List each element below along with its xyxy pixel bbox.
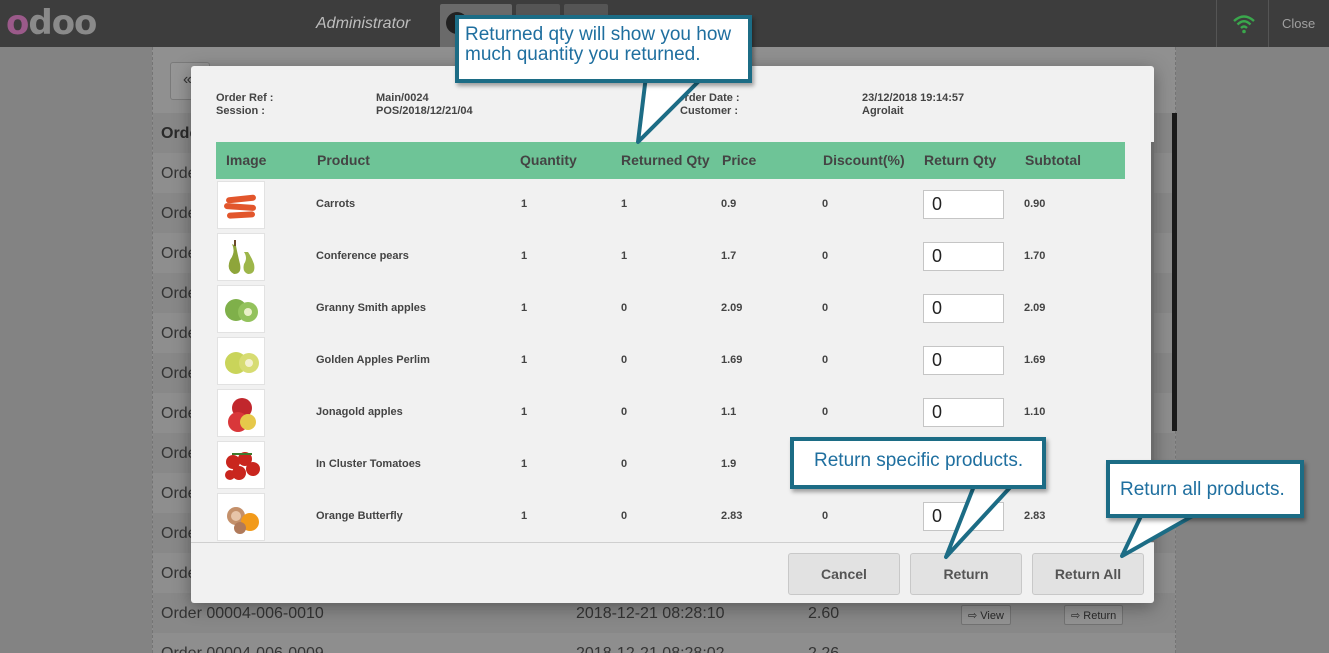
cancel-button[interactable]: Cancel xyxy=(788,553,900,595)
order-ref-value: Main/0024 xyxy=(376,92,429,104)
returned-qty: 0 xyxy=(621,354,628,366)
orange-butterfly-icon xyxy=(217,493,265,541)
table-row: Carrots 1 1 0.9 0 0.90 xyxy=(216,179,1125,231)
return-qty-input[interactable] xyxy=(923,398,1004,427)
column-subtotal: Subtotal xyxy=(1025,152,1081,168)
wifi-icon xyxy=(1233,15,1255,34)
discount: 0 xyxy=(822,354,829,366)
column-product: Product xyxy=(317,152,370,168)
green-apples-icon xyxy=(217,285,265,333)
returned-qty: 0 xyxy=(621,302,628,314)
discount: 0 xyxy=(822,510,829,522)
table-row: Granny Smith apples 1 0 2.09 0 2.09 xyxy=(216,283,1125,335)
column-image: Image xyxy=(226,152,267,168)
product-name: Orange Butterfly xyxy=(316,510,403,522)
price: 1.69 xyxy=(721,354,743,366)
returned-qty: 0 xyxy=(621,510,628,522)
subtotal: 1.70 xyxy=(1024,250,1046,262)
red-apples-icon xyxy=(217,389,265,437)
table-row: Jonagold apples 1 0 1.1 0 1.10 xyxy=(216,387,1125,439)
column-returned-qty: Returned Qty xyxy=(621,152,710,168)
product-name: Carrots xyxy=(316,198,356,210)
discount: 0 xyxy=(822,198,829,210)
price: 2.83 xyxy=(721,510,743,522)
user-name: Administrator xyxy=(316,15,411,32)
product-name: In Cluster Tomatoes xyxy=(316,458,421,470)
return-qty-input[interactable] xyxy=(923,294,1004,323)
customer-value: Agrolait xyxy=(862,105,904,117)
column-quantity: Quantity xyxy=(520,152,577,168)
table-row: Golden Apples Perlim 1 0 1.69 0 1.69 xyxy=(216,335,1125,387)
returned-qty: 1 xyxy=(621,198,628,210)
product-name: Granny Smith apples xyxy=(316,302,427,314)
product-name: Jonagold apples xyxy=(316,406,403,418)
quantity: 1 xyxy=(521,354,528,366)
callout-returned-qty: Returned qty will show you how much quan… xyxy=(455,15,752,83)
divider xyxy=(1216,0,1217,47)
pears-icon xyxy=(217,233,265,281)
returned-qty: 0 xyxy=(621,458,628,470)
return-qty-input[interactable] xyxy=(923,190,1004,219)
session-value: POS/2018/12/21/04 xyxy=(376,105,473,117)
column-return-qty: Return Qty xyxy=(924,152,997,168)
quantity: 1 xyxy=(521,250,528,262)
callout-return-specific: Return specific products. xyxy=(790,437,1046,489)
subtotal: 0.90 xyxy=(1024,198,1046,210)
quantity: 1 xyxy=(521,458,528,470)
golden-apples-icon xyxy=(217,337,265,385)
carrots-icon xyxy=(217,181,265,229)
price: 1.9 xyxy=(721,458,737,470)
order-date-value: 23/12/2018 19:14:57 xyxy=(862,92,965,104)
close-button[interactable]: Close xyxy=(1282,16,1315,31)
quantity: 1 xyxy=(521,302,528,314)
order-ref-label: Order Ref : xyxy=(216,92,274,104)
subtotal: 1.10 xyxy=(1024,406,1046,418)
price: 1.7 xyxy=(721,250,737,262)
subtotal: 1.69 xyxy=(1024,354,1046,366)
product-name: Conference pears xyxy=(316,250,409,262)
discount: 0 xyxy=(822,302,829,314)
quantity: 1 xyxy=(521,198,528,210)
column-discount: Discount(%) xyxy=(823,152,905,168)
quantity: 1 xyxy=(521,406,528,418)
return-qty-input[interactable] xyxy=(923,242,1004,271)
price: 2.09 xyxy=(721,302,743,314)
callout-return-all: Return all products. xyxy=(1106,460,1304,518)
session-label: Session : xyxy=(216,105,265,117)
quantity: 1 xyxy=(521,510,528,522)
odoo-logo: odoo xyxy=(6,3,97,43)
return-qty-input[interactable] xyxy=(923,346,1004,375)
price: 1.1 xyxy=(721,406,737,418)
returned-qty: 1 xyxy=(621,250,628,262)
divider xyxy=(1268,0,1269,47)
product-name: Golden Apples Perlim xyxy=(316,354,430,366)
discount: 0 xyxy=(822,250,829,262)
price: 0.9 xyxy=(721,198,737,210)
tomatoes-icon xyxy=(217,441,265,489)
returned-qty: 0 xyxy=(621,406,628,418)
discount: 0 xyxy=(822,406,829,418)
column-price: Price xyxy=(722,152,757,168)
subtotal: 2.09 xyxy=(1024,302,1046,314)
table-row: Conference pears 1 1 1.7 0 1.70 xyxy=(216,231,1125,283)
